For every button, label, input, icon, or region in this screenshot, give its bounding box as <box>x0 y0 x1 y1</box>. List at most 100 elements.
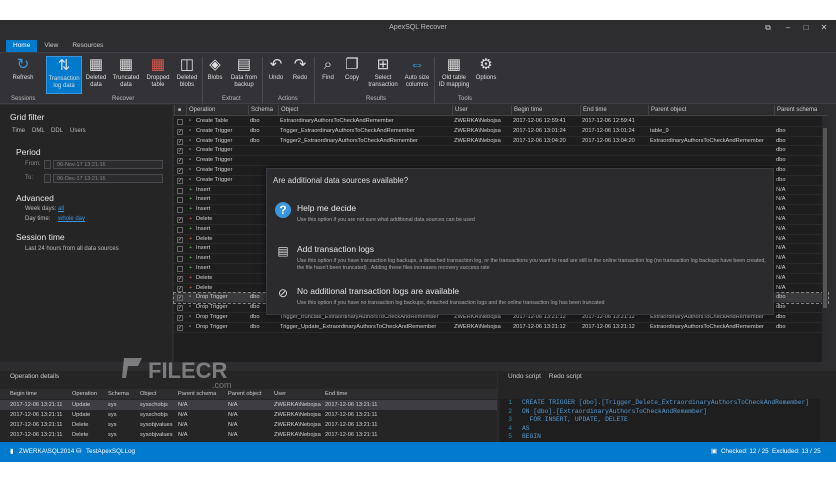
deleted-blobs-icon: ◫ <box>179 56 195 73</box>
row-checkbox[interactable] <box>177 207 183 214</box>
row-checkbox[interactable]: ✓ <box>177 138 183 145</box>
column-header[interactable]: End time <box>580 105 607 116</box>
blobs-button[interactable]: ◈ Blobs <box>204 56 226 94</box>
tab-redo-script[interactable]: Redo script <box>549 373 582 380</box>
row-checkbox[interactable]: ✓ <box>177 158 183 165</box>
minimize-icon[interactable]: – <box>780 20 796 36</box>
details-row[interactable]: 2017-12-06 13:21:11 Update sys sysschobjs N/… <box>0 410 497 420</box>
maximize-icon[interactable]: □ <box>798 20 814 36</box>
table-row[interactable]: ✓ ▫ Create Trigger dbo <box>174 156 828 166</box>
row-checkbox[interactable] <box>177 119 183 125</box>
daytime-link[interactable]: whole day <box>58 216 85 222</box>
column-header[interactable]: Object <box>278 105 298 116</box>
details-row[interactable]: 2017-12-06 13:21:11 Delete sys sysobjvalues… <box>0 430 497 440</box>
table-row[interactable]: ✓ ▫ Create Trigger dbo <box>174 146 828 157</box>
data-from-backup-button[interactable]: ▤ Data from backup <box>229 56 259 94</box>
tab-view[interactable]: View <box>37 40 65 52</box>
cell-pschema: dbo <box>776 304 786 311</box>
table-row[interactable]: ✓ ▫ Drop Trigger dbo Trigger_Update_Extraord… <box>174 323 828 333</box>
tab-resources[interactable]: Resources <box>65 40 110 52</box>
row-checkbox[interactable] <box>177 226 183 233</box>
grid-scrollbar-thumb[interactable] <box>823 128 827 308</box>
column-header[interactable]: Parent schema <box>774 105 817 116</box>
row-checkbox[interactable]: ✓ <box>177 236 183 243</box>
row-checkbox[interactable]: ✓ <box>177 148 183 155</box>
truncated-data-button[interactable]: ▦ Truncated data <box>111 56 141 94</box>
add-transaction-logs-option[interactable]: ▤ Add transaction logs Use this option i… <box>275 243 767 279</box>
details-cell: ZWERKA\Nebojsa <box>274 422 321 428</box>
column-header[interactable]: Begin time <box>511 105 542 116</box>
cell-op: Create Trigger <box>196 167 233 173</box>
details-column-header[interactable]: Operation <box>72 389 97 399</box>
tab-home[interactable]: Home <box>6 40 38 52</box>
filter-tab-ddl[interactable]: DDL <box>51 128 63 134</box>
select-transaction-button[interactable]: ⊞ Select transaction <box>366 56 400 94</box>
details-cell: 2017-12-06 13:21:11 <box>325 422 378 428</box>
details-column-header[interactable]: User <box>274 389 286 399</box>
details-column-header[interactable]: Schema <box>108 389 129 399</box>
header-select-all-checkbox[interactable]: ■ <box>174 105 186 116</box>
filter-tab-time[interactable]: Time <box>12 128 25 134</box>
restore-icon[interactable]: ⧉ <box>760 20 776 36</box>
table-row[interactable]: ✓ ▫ Create Trigger dbo Trigger_Extraordinary… <box>174 127 828 137</box>
refresh-button[interactable]: ↻ Refresh <box>10 56 36 94</box>
table-row[interactable]: ▫ Create Table dbo ExtraordinaryAuthorsToCh… <box>174 117 828 127</box>
row-checkbox[interactable] <box>177 187 183 194</box>
details-column-header[interactable]: Begin time <box>10 389 37 399</box>
column-header[interactable]: Schema <box>248 105 273 116</box>
cell-object: ExtraordinaryAuthorsToCheckAndRemember <box>280 118 394 124</box>
row-checkbox[interactable]: ✓ <box>177 285 183 292</box>
column-header[interactable]: Operation <box>186 105 215 116</box>
row-checkbox[interactable]: ✓ <box>177 275 183 282</box>
row-checkbox[interactable]: ✓ <box>177 217 183 223</box>
to-date-input[interactable]: 06-Dec-17 13:21:16 <box>53 174 163 183</box>
deleted-blobs-button[interactable]: ◫ Deleted blobs <box>174 56 200 94</box>
details-column-header[interactable]: End time <box>325 389 347 399</box>
details-column-header[interactable]: Object <box>140 389 156 399</box>
from-date-input[interactable]: 06-Nov-17 13:21:16 <box>53 160 163 169</box>
deleted-data-button[interactable]: ▦ Deleted data <box>84 56 108 94</box>
column-header[interactable]: Parent object <box>648 105 686 116</box>
table-row[interactable]: ✓ ▫ Create Trigger dbo Trigger2_Extraordinar… <box>174 137 828 147</box>
no-additional-logs-option[interactable]: ⊘ No additional transaction logs are ava… <box>275 285 767 311</box>
panel-splitter[interactable] <box>0 363 836 371</box>
close-icon[interactable]: ✕ <box>816 20 832 36</box>
find-button[interactable]: ⌕ Find <box>317 56 339 94</box>
tab-undo-script[interactable]: Undo script <box>508 373 541 380</box>
row-checkbox[interactable] <box>177 256 183 263</box>
details-row[interactable]: 2017-12-06 13:21:11 Update sys sysschobjs N/… <box>0 400 497 410</box>
copy-button[interactable]: ❐ Copy <box>341 56 363 94</box>
row-checkbox[interactable]: ✓ <box>177 315 183 321</box>
to-checkbox[interactable] <box>44 174 51 183</box>
row-checkbox[interactable]: ✓ <box>177 168 183 174</box>
redo-button[interactable]: ↷ Redo <box>289 56 311 94</box>
grid-scrollbar[interactable] <box>822 116 828 362</box>
weekdays-link[interactable]: all <box>58 206 64 212</box>
operation-icon: ▫ <box>189 137 192 144</box>
cell-schema: dbo <box>250 118 260 124</box>
row-checkbox[interactable] <box>177 197 183 204</box>
undo-button[interactable]: ↶ Undo <box>265 56 287 94</box>
details-column-header[interactable]: Parent object <box>228 389 262 399</box>
options-button[interactable]: ⚙ Options <box>474 56 498 94</box>
transaction-log-data-button[interactable]: ⇅ Transaction log data <box>46 56 82 94</box>
row-checkbox[interactable]: ✓ <box>177 177 183 184</box>
old-table-id-mapping-button[interactable]: ▦ Old table ID mapping <box>437 56 471 94</box>
cell-op: Create Trigger <box>196 147 233 154</box>
dropped-table-button[interactable]: ▦ Dropped table <box>144 56 172 94</box>
auto-size-columns-button[interactable]: ⇔ Auto size columns <box>403 56 431 94</box>
row-checkbox[interactable] <box>177 266 183 272</box>
column-header[interactable]: User <box>452 105 468 116</box>
help-me-decide-option[interactable]: ? Help me decide Use this option if you … <box>275 202 767 228</box>
row-checkbox[interactable]: ✓ <box>177 128 183 135</box>
cell-pschema: dbo <box>776 323 786 330</box>
details-row[interactable]: 2017-12-06 13:21:11 Delete sys sysobjvalues… <box>0 420 497 430</box>
from-checkbox[interactable] <box>44 160 51 169</box>
row-checkbox[interactable] <box>177 246 183 253</box>
filter-tab-users[interactable]: Users <box>70 128 86 134</box>
details-column-header[interactable]: Parent schema <box>178 389 216 399</box>
row-checkbox[interactable]: ✓ <box>177 324 183 331</box>
row-checkbox[interactable]: ✓ <box>177 305 183 312</box>
filter-tab-dml[interactable]: DML <box>32 128 45 134</box>
row-checkbox[interactable]: ✓ <box>177 295 183 302</box>
